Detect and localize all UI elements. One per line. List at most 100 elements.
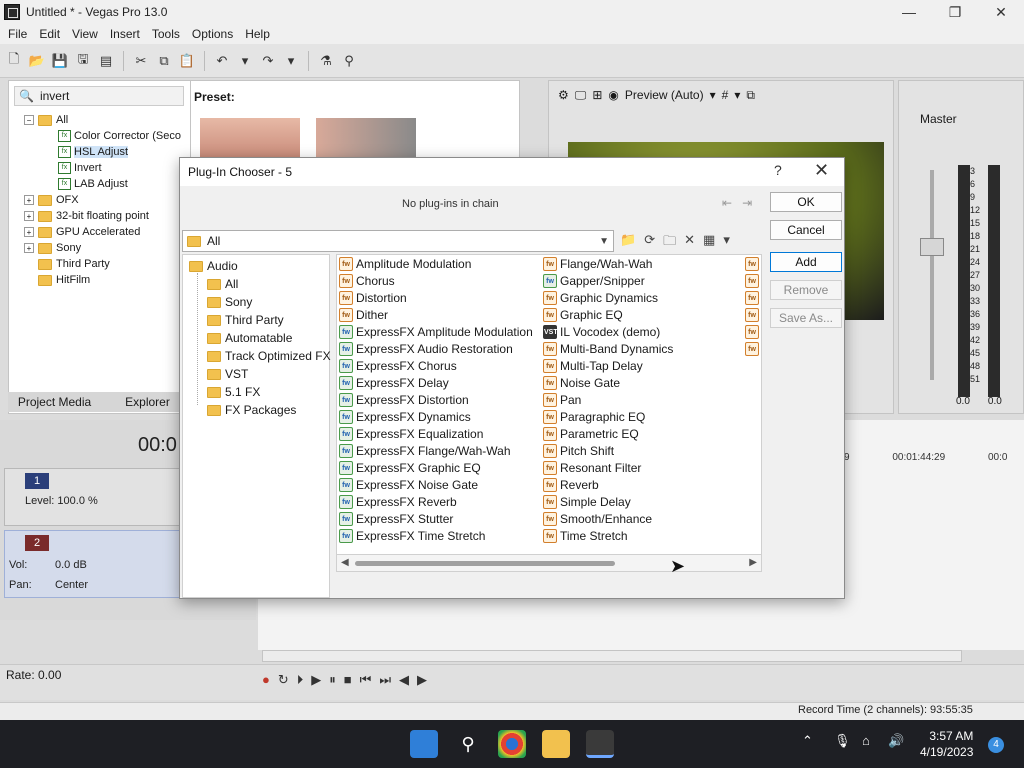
network-icon[interactable]: ⌂ (862, 733, 870, 748)
chevron-down-icon[interactable]: ▾ (734, 88, 740, 102)
record-icon[interactable]: ● (262, 672, 270, 688)
move-right-icon[interactable]: ⇥ (742, 196, 752, 210)
windows-start-icon[interactable] (410, 730, 438, 758)
chevron-up-icon[interactable]: ⌃ (802, 733, 813, 749)
plugin-item[interactable]: fw Multi-Tap Delay (543, 357, 673, 374)
go-to-start-icon[interactable]: ⏮ (360, 672, 372, 688)
tree-item-hsl-adjust[interactable]: fx HSL Adjust (24, 144, 181, 160)
notification-badge[interactable]: 4 (988, 737, 1004, 753)
plugin-item[interactable]: fw ExpressFX Graphic EQ (339, 459, 533, 476)
close-icon[interactable]: ✕ (814, 160, 829, 181)
plugin-item[interactable]: fw Graphic Dynamics (543, 289, 673, 306)
menu-help[interactable]: Help (239, 27, 276, 41)
close-window-button[interactable]: ✕ (978, 0, 1024, 24)
plugin-item[interactable]: fw Noise Gate (543, 374, 673, 391)
expand-icon[interactable]: + (24, 243, 34, 253)
timeline-scrollbar[interactable] (262, 650, 962, 662)
plugin-item-partial[interactable]: fw (745, 340, 761, 357)
menu-insert[interactable]: Insert (104, 27, 146, 41)
scroll-left-icon[interactable]: ◀ (341, 557, 349, 568)
plugin-item[interactable]: fw Time Stretch (543, 527, 673, 544)
whats-this-help-icon[interactable]: ⚲ (339, 51, 359, 71)
delete-icon[interactable]: ✕ (684, 232, 695, 254)
chevron-down-icon[interactable]: ▾ (723, 232, 730, 254)
play-from-start-icon[interactable]: ⏵ (297, 672, 304, 688)
tree-item-hitfilm[interactable]: HitFilm (24, 272, 181, 288)
folder-automatable[interactable]: Automatable (207, 329, 292, 347)
loop-icon[interactable]: ↻ (278, 672, 289, 688)
plugin-item[interactable]: fw ExpressFX Stutter (339, 510, 533, 527)
overlay-icon[interactable]: ◉ (608, 88, 618, 102)
preview-settings-icon[interactable]: ⚙ (558, 88, 569, 102)
audio-track-header[interactable]: 2 Vol: 0.0 dB Pan: Center (4, 530, 180, 598)
microphone-icon[interactable]: 🎙 (834, 733, 851, 749)
plugin-item[interactable]: fw Gapper/Snipper (543, 272, 673, 289)
scrollbar-thumb[interactable] (355, 561, 615, 566)
remove-button[interactable]: Remove (770, 280, 842, 300)
tree-item-gpu[interactable]: + GPU Accelerated (24, 224, 181, 240)
preset-thumbnail[interactable] (316, 118, 416, 158)
go-to-end-icon[interactable]: ⏭ (379, 672, 391, 688)
vegas-taskbar-icon[interactable] (586, 730, 614, 758)
plugin-item[interactable]: fw Simple Delay (543, 493, 673, 510)
save-as-icon[interactable]: 🖫 (73, 51, 93, 71)
preset-thumbnail[interactable] (200, 118, 300, 158)
copy-snapshot-icon[interactable]: ⧉ (746, 88, 755, 103)
chevron-down-icon[interactable]: ▾ (710, 88, 716, 102)
search-icon[interactable]: ⚲ (454, 730, 482, 758)
plugin-item-partial[interactable]: fw (745, 289, 761, 306)
undo-dropdown-icon[interactable]: ▾ (235, 51, 255, 71)
menu-tools[interactable]: Tools (146, 27, 186, 41)
tree-item-sony[interactable]: + Sony (24, 240, 181, 256)
speaker-icon[interactable]: 🔊 (888, 733, 904, 749)
stop-icon[interactable]: ■ (344, 672, 352, 688)
plugin-item[interactable]: fw ExpressFX Amplitude Modulation (339, 323, 533, 340)
tree-item-color-corrector[interactable]: fx Color Corrector (Seco (24, 128, 181, 144)
plugin-item[interactable]: fw Pan (543, 391, 673, 408)
cut-icon[interactable]: ✂ (131, 51, 151, 71)
menu-edit[interactable]: Edit (33, 27, 66, 41)
move-left-icon[interactable]: ⇤ (722, 196, 732, 210)
refresh-icon[interactable]: ⟳ (644, 232, 655, 254)
plugin-item[interactable]: fw Dither (339, 306, 533, 323)
plugin-item-partial[interactable]: fw (745, 323, 761, 340)
tree-item-32bit[interactable]: +32-bit floating point (24, 208, 181, 224)
menu-file[interactable]: File (2, 27, 33, 41)
next-frame-icon[interactable]: ▶ (417, 672, 427, 688)
plugin-item[interactable]: fw Graphic EQ (543, 306, 673, 323)
help-icon[interactable]: ? (774, 162, 782, 178)
tab-project-media[interactable]: Project Media (8, 392, 101, 412)
plugin-list-scrollbar[interactable]: ◀ ▶ (336, 554, 762, 572)
copy-icon[interactable]: ⧉ (154, 51, 174, 71)
pause-icon[interactable]: ⏸ (329, 672, 336, 688)
plugin-item[interactable]: fw ExpressFX Time Stretch (339, 527, 533, 544)
scroll-right-icon[interactable]: ▶ (749, 557, 757, 568)
play-icon[interactable]: ▶ (311, 672, 321, 688)
plugin-item[interactable]: fw Resonant Filter (543, 459, 673, 476)
redo-icon[interactable]: ↷ (258, 51, 278, 71)
plugin-item-partial[interactable]: fw (745, 255, 761, 272)
plugin-item[interactable]: fw Flange/Wah-Wah (543, 255, 673, 272)
up-folder-icon[interactable]: 📁 (620, 232, 636, 254)
tree-item-third-party[interactable]: Third Party (24, 256, 181, 272)
tree-item-all[interactable]: − All (24, 112, 181, 128)
folder-5-1-fx[interactable]: 5.1 FX (207, 383, 260, 401)
plugin-item[interactable]: fw ExpressFX Dynamics (339, 408, 533, 425)
plugin-item[interactable]: fw Amplitude Modulation (339, 255, 533, 272)
split-screen-icon[interactable]: ⊞ (592, 88, 602, 102)
folder-third-party[interactable]: Third Party (207, 311, 284, 329)
plugin-item[interactable]: fw ExpressFX Delay (339, 374, 533, 391)
plugin-item[interactable]: fw Chorus (339, 272, 533, 289)
new-file-icon[interactable]: 🗋 (4, 51, 24, 71)
folder-all[interactable]: All (207, 275, 238, 293)
plugin-item[interactable]: fw Paragraphic EQ (543, 408, 673, 425)
maximize-button[interactable]: ❐ (932, 0, 978, 24)
plugin-item[interactable]: fw Reverb (543, 476, 673, 493)
plugin-item[interactable]: fw Parametric EQ (543, 425, 673, 442)
preview-quality-select[interactable]: Preview (Auto) (625, 88, 704, 102)
video-track-header[interactable]: 1 Level: 100.0 % (4, 468, 180, 526)
folder-vst[interactable]: VST (207, 365, 248, 383)
properties-icon[interactable]: ▤ (96, 51, 116, 71)
folder-audio[interactable]: Audio (189, 257, 238, 275)
redo-dropdown-icon[interactable]: ▾ (281, 51, 301, 71)
